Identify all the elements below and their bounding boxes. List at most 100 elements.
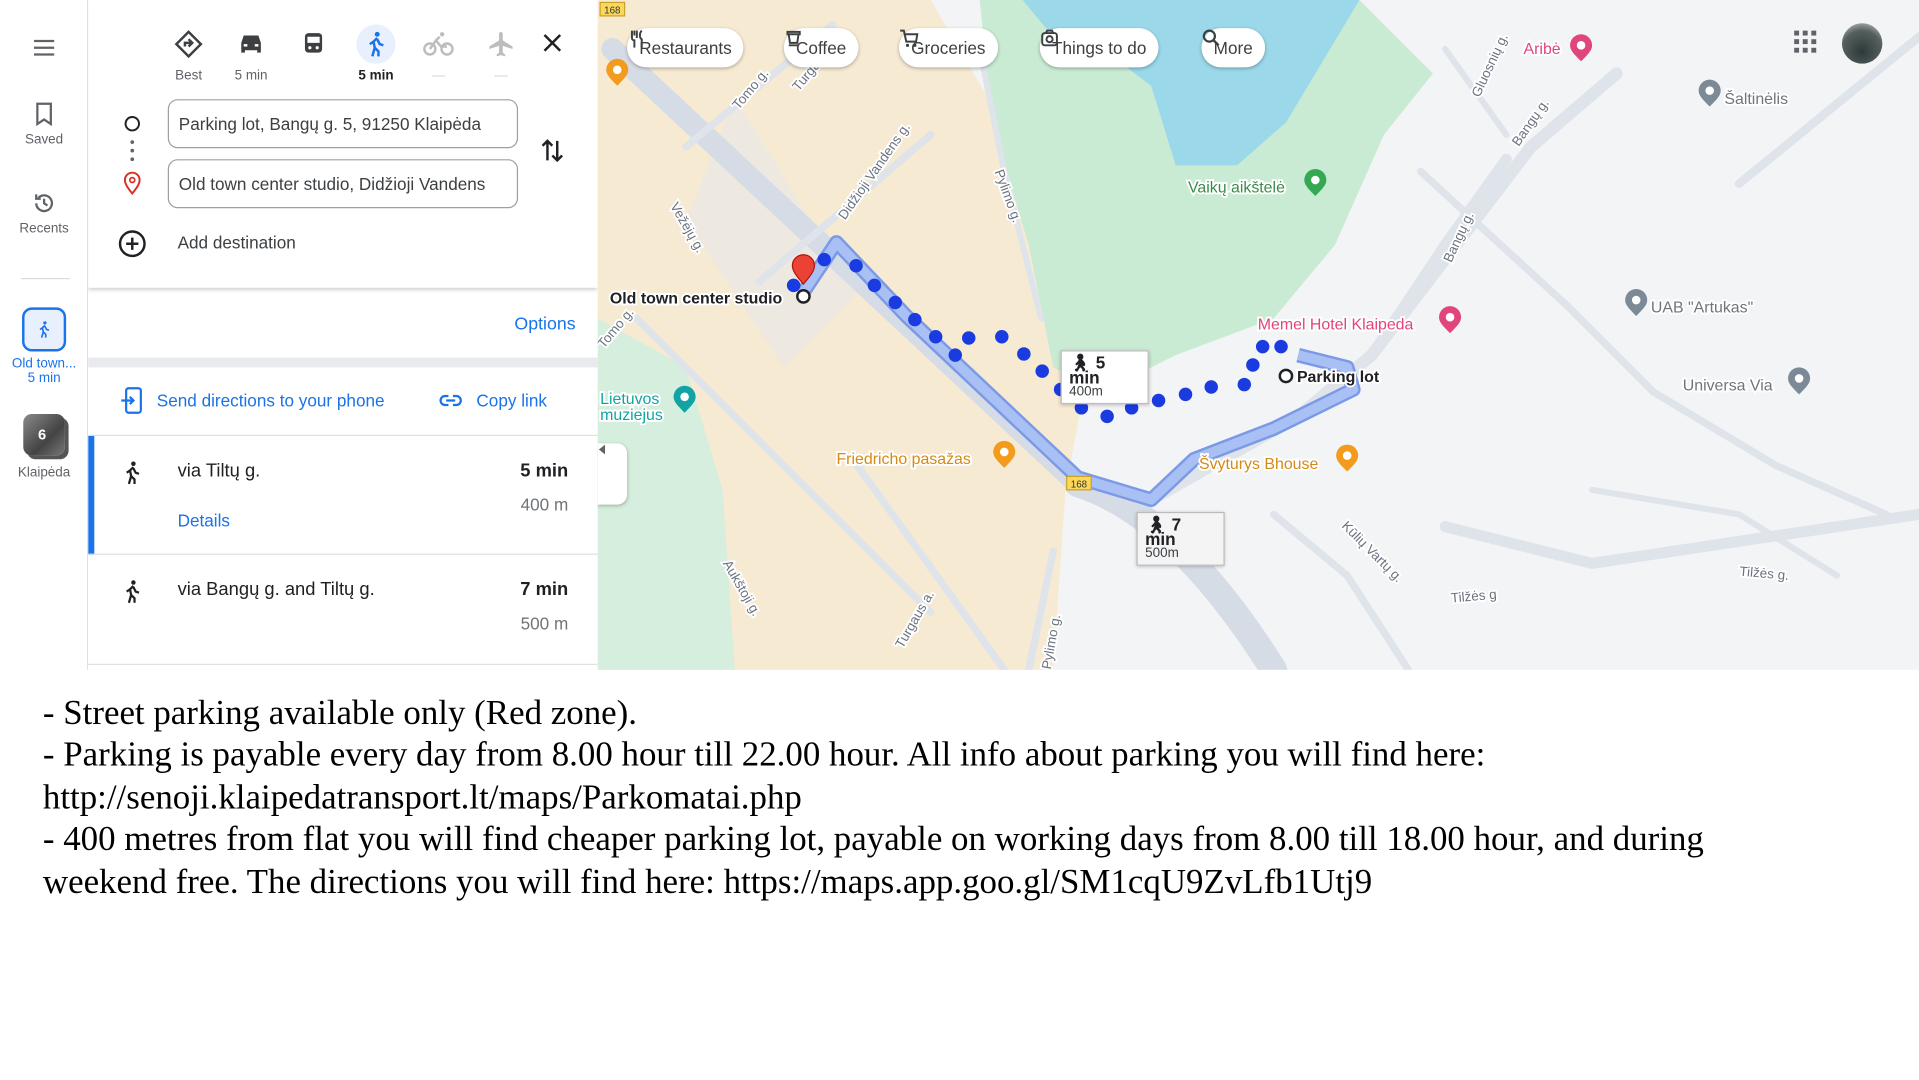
recent-trip-label: Old town...: [11, 356, 77, 372]
route-option-2[interactable]: via Bangų g. and Tiltų g. 7 min 500 m: [88, 553, 598, 666]
place-label: Vaikų aikštelė: [1188, 179, 1285, 196]
street-label: Tilžės g: [1450, 587, 1497, 606]
menu-button[interactable]: [0, 34, 88, 61]
directions-form: Best 5 min 5 min — — Parking lot, Bangų …: [88, 0, 598, 288]
route-dot: [1035, 364, 1049, 378]
photo-label: Klaipėda: [17, 465, 71, 481]
route-dot: [1274, 339, 1288, 354]
add-circle-icon: [118, 230, 146, 258]
callout-distance: 400m: [1069, 384, 1103, 400]
add-destination-button[interactable]: Add destination: [178, 233, 296, 253]
route-dot: [849, 259, 863, 273]
mode-driving-label: 5 min: [234, 68, 268, 84]
camera-icon: [1041, 29, 1058, 47]
apps-grid-icon: [1794, 30, 1817, 53]
route-dot: [786, 278, 801, 293]
route-time: 5 min: [520, 460, 569, 482]
copy-link-button[interactable]: Copy link: [437, 387, 547, 414]
bike-icon: [423, 32, 454, 56]
mode-cycling[interactable]: —: [414, 24, 463, 84]
search-icon: [1202, 29, 1220, 47]
car-icon: [241, 35, 261, 53]
route-dot: [928, 330, 943, 344]
origin-input[interactable]: Parking lot, Bangų g. 5, 91250 Klaipėda: [167, 99, 519, 149]
photo-count: 6: [37, 426, 47, 444]
destination-marker-icon: [796, 289, 811, 304]
recents-button[interactable]: Recents: [0, 190, 88, 237]
recent-trip-time: 5 min: [27, 371, 61, 386]
recents-label: Recents: [19, 221, 69, 237]
route-dot: [995, 330, 1009, 344]
place-pin-icon-dot: [1631, 295, 1641, 305]
place-label: UAB "Artukas": [1651, 299, 1753, 316]
road: [1649, 388, 1890, 519]
destination-input[interactable]: Old town center studio, Didžioji Vandens: [167, 159, 519, 209]
best-route-icon: [174, 30, 203, 59]
route-option-1[interactable]: via Tiltų g. 5 min 400 m Details: [88, 434, 598, 555]
left-rail: Saved Recents Old town... 5 min 6 Klaipė…: [0, 0, 89, 670]
options-button[interactable]: Options: [514, 315, 575, 335]
route-dot: [1204, 380, 1218, 394]
swap-button[interactable]: [539, 136, 566, 172]
route-details-link[interactable]: Details: [178, 511, 230, 531]
road: [1270, 510, 1413, 670]
saved-label: Saved: [24, 132, 64, 147]
close-directions-button[interactable]: [539, 29, 566, 62]
chip-label: Coffee: [796, 37, 847, 58]
mode-walking[interactable]: 5 min: [351, 24, 400, 84]
place-label: Friedricho pasažas: [836, 451, 970, 468]
category-chip-groceries[interactable]: Groceries: [898, 28, 998, 68]
bookmark-icon: [36, 102, 52, 127]
route-dot: [1100, 409, 1114, 424]
chip-label: Restaurants: [639, 37, 732, 58]
mode-transit-label: [289, 69, 338, 85]
place-label: Old town center studio: [610, 291, 783, 308]
walk-icon: [126, 461, 140, 485]
send-to-phone-icon: [121, 387, 142, 414]
mode-driving[interactable]: 5 min: [227, 24, 276, 84]
restaurant-pin-icon-dot: [999, 447, 1009, 457]
photos-button[interactable]: 6 Klaipėda: [0, 413, 88, 481]
restaurant-pin-icon-dot: [612, 65, 622, 75]
account-avatar[interactable]: [1841, 23, 1883, 64]
saved-button[interactable]: Saved: [0, 100, 88, 147]
map-canvas[interactable]: 168 168 Old town center studio Parking lot A…: [597, 0, 1919, 670]
route-name: via Bangų g. and Tiltų g.: [177, 579, 375, 601]
rail-divider: [20, 278, 70, 280]
note-link[interactable]: http://senoji.klaipedatransport.lt/maps/…: [43, 777, 1704, 819]
collapse-panel-button[interactable]: [597, 443, 628, 505]
route-dot: [867, 278, 882, 293]
transit-icon: [304, 33, 323, 53]
park-pin-icon-dot: [1311, 175, 1320, 185]
place-label: Parking lot: [1297, 369, 1380, 386]
send-to-phone-button[interactable]: Send directions to your phone: [120, 387, 385, 414]
route-dot: [1255, 339, 1270, 354]
route-dot: [962, 331, 976, 345]
category-chip-coffee[interactable]: Coffee: [783, 28, 859, 68]
recent-trip-button[interactable]: Old town... 5 min: [0, 307, 88, 386]
add-destination-icon-button[interactable]: [118, 229, 147, 265]
note-line: weekend free. The directions you will fi…: [42, 862, 1373, 901]
route-dot: [1017, 347, 1031, 361]
route-dot: [888, 295, 902, 310]
route-dot: [948, 348, 963, 362]
flight-icon: [489, 31, 513, 57]
cart-icon: [900, 29, 919, 47]
place-label: Memel Hotel Klaipeda: [1258, 316, 1414, 333]
photo-thumbnail: 6: [23, 413, 65, 456]
place-label: Universa Via: [1683, 378, 1773, 395]
mode-transit[interactable]: [289, 24, 338, 84]
chip-label: Groceries: [911, 37, 986, 58]
category-chip-things-to-do[interactable]: Things to do: [1039, 28, 1159, 68]
note-line: - 400 metres from flat you will find che…: [42, 820, 1704, 859]
category-chip-more[interactable]: More: [1201, 28, 1266, 68]
route-dot: [1151, 393, 1166, 408]
mode-best[interactable]: Best: [164, 24, 213, 84]
route-time: 7 min: [520, 579, 569, 601]
mode-flight[interactable]: —: [476, 24, 525, 84]
section-divider: [88, 357, 598, 368]
coffee-icon: [786, 30, 801, 47]
route-time-callout-main[interactable]: 🚶︎ 5 min 400m: [1060, 350, 1149, 405]
category-chip-restaurants[interactable]: Restaurants: [627, 28, 744, 68]
route-time-callout-alt[interactable]: 🚶︎ 7 min 500m: [1136, 511, 1225, 566]
